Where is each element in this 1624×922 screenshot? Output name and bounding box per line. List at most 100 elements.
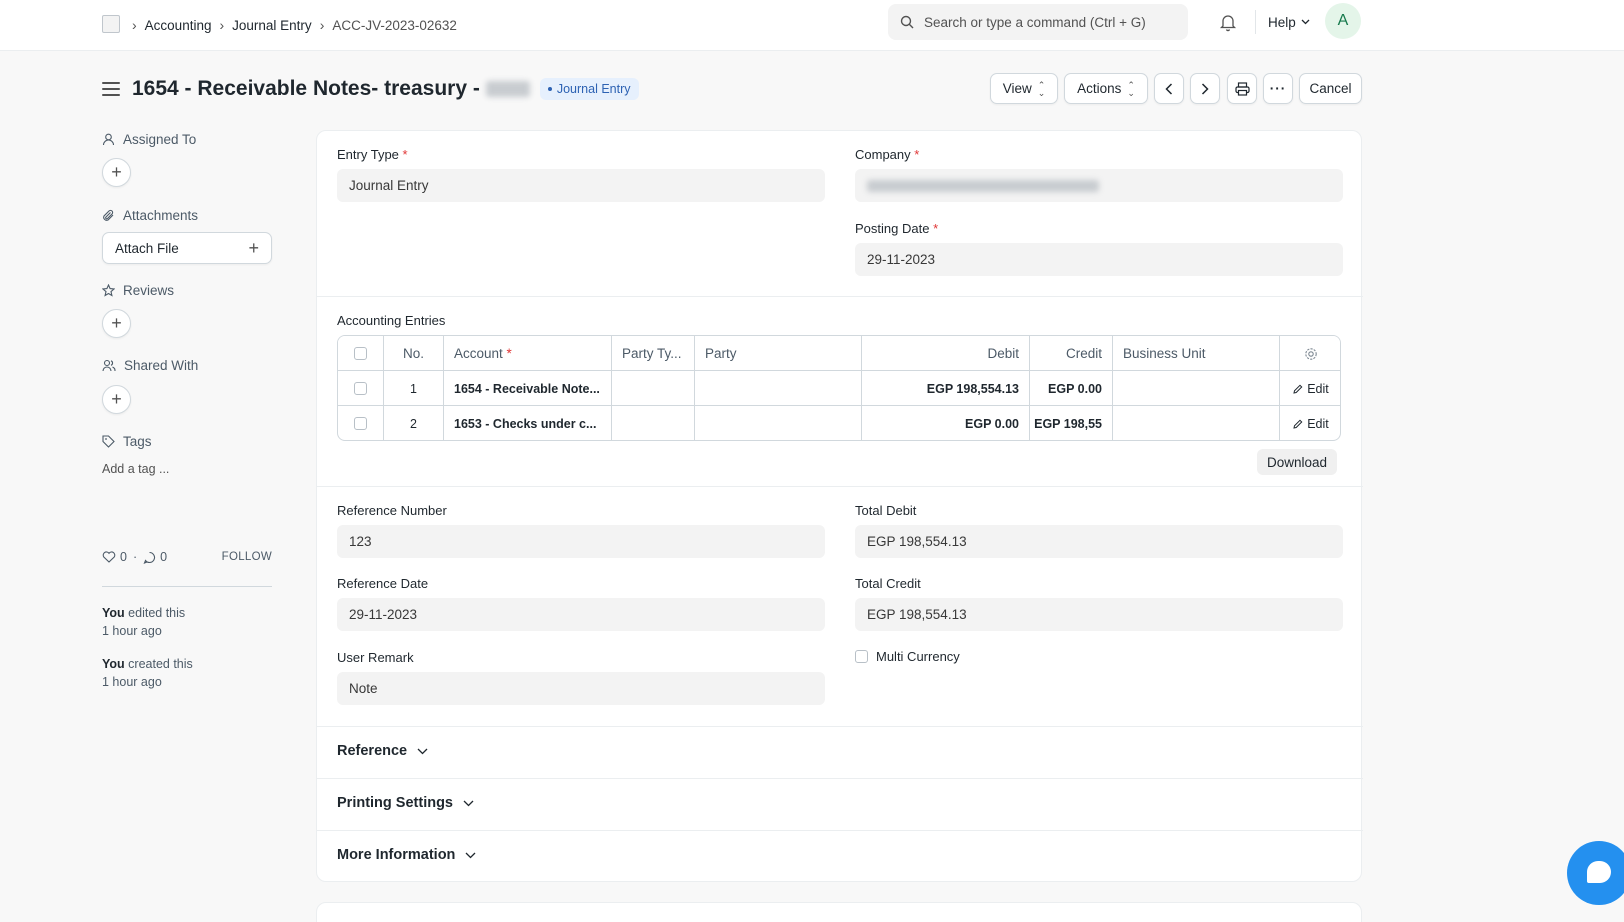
- breadcrumb-current[interactable]: ACC-JV-2023-02632: [332, 18, 457, 33]
- status-badge-label: Journal Entry: [556, 82, 631, 96]
- reviews-label: Reviews: [123, 283, 175, 298]
- download-button[interactable]: Download: [1257, 449, 1337, 475]
- assigned-to-section: Assigned To: [102, 132, 196, 147]
- tag-icon: [102, 435, 115, 448]
- edit-label: Edit: [1307, 416, 1329, 431]
- row-credit[interactable]: EGP 198,55: [1030, 406, 1113, 440]
- row-checkbox[interactable]: [354, 417, 367, 430]
- row-debit[interactable]: EGP 0.00: [862, 406, 1030, 440]
- reference-number-field[interactable]: 123: [337, 525, 825, 558]
- tags-label: Tags: [123, 434, 152, 449]
- row-party-type[interactable]: [612, 371, 695, 406]
- row-number: 1: [384, 371, 444, 406]
- reference-section-toggle[interactable]: Reference: [337, 743, 428, 759]
- total-credit-field: EGP 198,554.13: [855, 598, 1343, 631]
- comments-card: [316, 902, 1362, 922]
- row-party[interactable]: [695, 371, 862, 406]
- total-debit-field: EGP 198,554.13: [855, 525, 1343, 558]
- gear-icon[interactable]: [1304, 347, 1318, 361]
- column-header-no: No.: [384, 336, 444, 371]
- avatar[interactable]: A: [1325, 3, 1361, 39]
- add-assignee-button[interactable]: +: [102, 158, 131, 187]
- column-header-party: Party: [695, 336, 862, 371]
- printing-settings-section-title: Printing Settings: [337, 795, 453, 811]
- page-header: 1654 - Receivable Notes- treasury - Jour…: [102, 72, 639, 106]
- help-dropdown[interactable]: Help: [1268, 12, 1310, 32]
- section-divider: [317, 778, 1363, 779]
- select-all-checkbox[interactable]: [354, 347, 367, 360]
- column-header-account: Account *: [444, 336, 612, 371]
- activity-user: You: [102, 606, 125, 620]
- redacted-text: [867, 179, 1099, 192]
- chevron-right-icon: [1201, 82, 1209, 95]
- row-checkbox[interactable]: [354, 382, 367, 395]
- reference-date-field[interactable]: 29-11-2023: [337, 598, 825, 631]
- company-field[interactable]: [855, 169, 1343, 202]
- entry-type-field[interactable]: Journal Entry: [337, 169, 825, 202]
- entry-type-label: Entry Type *: [337, 147, 408, 162]
- table-row[interactable]: 1 1654 - Receivable Note... EGP 198,554.…: [338, 371, 1340, 406]
- more-information-section-toggle[interactable]: More Information: [337, 847, 476, 863]
- posting-date-field[interactable]: 29-11-2023: [855, 243, 1343, 276]
- add-tag-link[interactable]: Add a tag ...: [102, 462, 169, 476]
- attach-file-button[interactable]: Attach File +: [102, 232, 272, 264]
- row-edit-button[interactable]: Edit: [1280, 371, 1340, 406]
- multi-currency-option[interactable]: Multi Currency: [855, 649, 960, 664]
- edit-label: Edit: [1307, 381, 1329, 396]
- more-options-button[interactable]: ···: [1263, 73, 1293, 104]
- table-header-row: No. Account * Party Ty... Party Debit Cr…: [338, 336, 1340, 371]
- activity-action: created this: [124, 657, 193, 671]
- accounting-entries-label: Accounting Entries: [337, 313, 446, 328]
- section-divider: [317, 726, 1363, 727]
- row-select-cell: [338, 371, 384, 406]
- column-settings-cell: [1280, 336, 1340, 371]
- print-button[interactable]: [1227, 73, 1257, 104]
- chat-bubble-icon: [1587, 861, 1611, 883]
- row-debit[interactable]: EGP 198,554.13: [862, 371, 1030, 406]
- row-account[interactable]: 1654 - Receivable Note...: [444, 371, 612, 406]
- activity-item: You created this 1 hour ago: [102, 655, 193, 691]
- company-label: Company *: [855, 147, 920, 162]
- shared-with-section: Shared With: [102, 358, 198, 373]
- posting-date-label: Posting Date *: [855, 221, 939, 236]
- section-divider: [317, 486, 1363, 487]
- row-business-unit[interactable]: [1113, 371, 1280, 406]
- add-share-button[interactable]: +: [102, 385, 131, 414]
- breadcrumb-accounting[interactable]: Accounting: [145, 18, 212, 33]
- multi-currency-checkbox[interactable]: [855, 650, 868, 663]
- breadcrumb-journal-entry[interactable]: Journal Entry: [232, 18, 312, 33]
- chevron-right-icon: ›: [132, 17, 137, 33]
- view-button[interactable]: View ⌃ ⌄: [990, 73, 1058, 104]
- printing-settings-section-toggle[interactable]: Printing Settings: [337, 795, 474, 811]
- comment-icon[interactable]: [143, 551, 156, 564]
- heart-icon[interactable]: [102, 551, 116, 563]
- row-business-unit[interactable]: [1113, 406, 1280, 440]
- total-debit-label: Total Debit: [855, 503, 917, 518]
- chat-widget-button[interactable]: [1567, 841, 1624, 905]
- cancel-button[interactable]: Cancel: [1299, 73, 1362, 104]
- shared-with-label: Shared With: [124, 358, 199, 373]
- add-review-button[interactable]: +: [102, 309, 131, 338]
- printer-icon: [1234, 81, 1250, 96]
- next-record-button[interactable]: [1190, 73, 1220, 104]
- follow-button[interactable]: FOLLOW: [222, 551, 272, 563]
- search-bar[interactable]: [888, 4, 1188, 40]
- pencil-icon: [1293, 384, 1303, 394]
- sidebar-toggle-icon[interactable]: [102, 82, 120, 96]
- row-party[interactable]: [695, 406, 862, 440]
- navbar-divider: [1255, 10, 1256, 34]
- table-row[interactable]: 2 1653 - Checks under c... EGP 0.00 EGP …: [338, 406, 1340, 440]
- row-party-type[interactable]: [612, 406, 695, 440]
- row-edit-button[interactable]: Edit: [1280, 406, 1340, 440]
- row-credit[interactable]: EGP 0.00: [1030, 371, 1113, 406]
- app-logo[interactable]: [102, 15, 120, 33]
- user-icon: [102, 133, 115, 146]
- notification-bell-icon[interactable]: [1218, 12, 1238, 32]
- chevron-right-icon: ›: [219, 17, 225, 33]
- previous-record-button[interactable]: [1154, 73, 1184, 104]
- search-input[interactable]: [924, 14, 1164, 30]
- tags-section: Tags: [102, 434, 152, 449]
- row-account[interactable]: 1653 - Checks under c...: [444, 406, 612, 440]
- user-remark-field[interactable]: Note: [337, 672, 825, 705]
- actions-button[interactable]: Actions ⌃ ⌄: [1064, 73, 1148, 104]
